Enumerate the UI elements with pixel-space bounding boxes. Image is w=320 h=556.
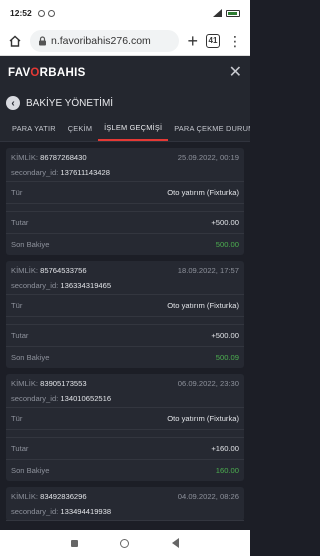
transaction-id: KİMLİK: 83492836296 <box>11 492 87 501</box>
transaction-id: KİMLİK: 85764533756 <box>11 266 87 275</box>
secondary-id: secondary_id: 133494419938 <box>11 507 112 516</box>
section-header: ‹ BAKİYE YÖNETİMİ <box>0 90 250 116</box>
site-logo[interactable]: FAVORBAHIS <box>8 67 86 79</box>
back-icon[interactable]: ‹ <box>6 96 20 110</box>
balance-row: Son Bakiye 160.00 <box>11 466 239 475</box>
transaction-date: 25.09.2022, 00:19 <box>177 153 239 162</box>
tab-bar: PARA YATIR ÇEKİM İŞLEM GEÇMİŞİ PARA ÇEKM… <box>0 116 250 142</box>
type-row: Tür Oto yatırım (Fixturka) <box>6 408 244 430</box>
transaction-date: 18.09.2022, 17:57 <box>177 266 239 275</box>
site-header: FAVORBAHIS ✕ <box>0 56 250 90</box>
secondary-id: secondary_id: 137611143428 <box>11 168 110 177</box>
home-icon[interactable] <box>8 34 22 48</box>
menu-icon[interactable]: ⋮ <box>228 34 242 48</box>
battery-icon <box>226 9 240 17</box>
url-text: n.favoribahis276.com <box>51 34 151 47</box>
amount-row: Tutar +160.00 <box>6 438 244 460</box>
balance-row: Son Bakiye 500.09 <box>11 353 239 362</box>
status-bar: 12:52 <box>0 0 250 26</box>
transaction-card: KİMLİK: 85764533756 18.09.2022, 17:57 se… <box>6 261 244 368</box>
tab-withdrawal-status[interactable]: PARA ÇEKME DURUMU <box>168 116 250 141</box>
tab-switcher-button[interactable]: 41 <box>206 33 220 48</box>
system-nav-bar <box>0 530 250 556</box>
amount-row: Tutar +500.00 <box>6 212 244 234</box>
lock-icon <box>39 35 46 45</box>
new-tab-button[interactable]: + <box>187 32 198 50</box>
balance-row: Son Bakiye 500.00 <box>11 240 239 249</box>
tab-withdraw[interactable]: ÇEKİM <box>62 116 98 141</box>
notification-icon <box>47 9 55 17</box>
transaction-list: KİMLİK: 86787268430 25.09.2022, 00:19 se… <box>0 142 250 521</box>
transaction-id: KİMLİK: 83905173553 <box>11 379 87 388</box>
status-notification-icons <box>37 9 55 17</box>
transaction-id: KİMLİK: 86787268430 <box>11 153 87 162</box>
transaction-card: KİMLİK: 83905173553 06.09.2022, 23:30 se… <box>6 374 244 481</box>
back-button[interactable] <box>171 538 179 548</box>
transaction-card: KİMLİK: 83492836296 04.09.2022, 08:26 se… <box>6 487 244 521</box>
tab-transaction-history[interactable]: İŞLEM GEÇMİŞİ <box>98 116 169 141</box>
amount-row: Tutar +500.00 <box>6 325 244 347</box>
home-button[interactable] <box>120 538 130 548</box>
recent-apps-button[interactable] <box>71 539 79 547</box>
close-icon[interactable]: ✕ <box>229 65 242 81</box>
browser-toolbar: n.favoribahis276.com + 41 ⋮ <box>0 26 250 56</box>
status-system-icons <box>213 9 240 17</box>
transaction-card: KİMLİK: 86787268430 25.09.2022, 00:19 se… <box>6 148 244 255</box>
tab-deposit[interactable]: PARA YATIR <box>6 116 62 141</box>
notification-icon <box>37 9 45 17</box>
secondary-id: secondary_id: 134010652516 <box>11 394 112 403</box>
page-title: BAKİYE YÖNETİMİ <box>26 97 114 109</box>
type-row: Tür Oto yatırım (Fixturka) <box>6 182 244 204</box>
transaction-date: 04.09.2022, 08:26 <box>177 492 239 501</box>
transaction-date: 06.09.2022, 23:30 <box>177 379 239 388</box>
secondary-id: secondary_id: 136334319465 <box>11 281 112 290</box>
address-bar[interactable]: n.favoribahis276.com <box>30 29 180 52</box>
signal-icon <box>213 9 222 17</box>
type-row: Tür Oto yatırım (Fixturka) <box>6 295 244 317</box>
status-time: 12:52 <box>10 8 32 18</box>
